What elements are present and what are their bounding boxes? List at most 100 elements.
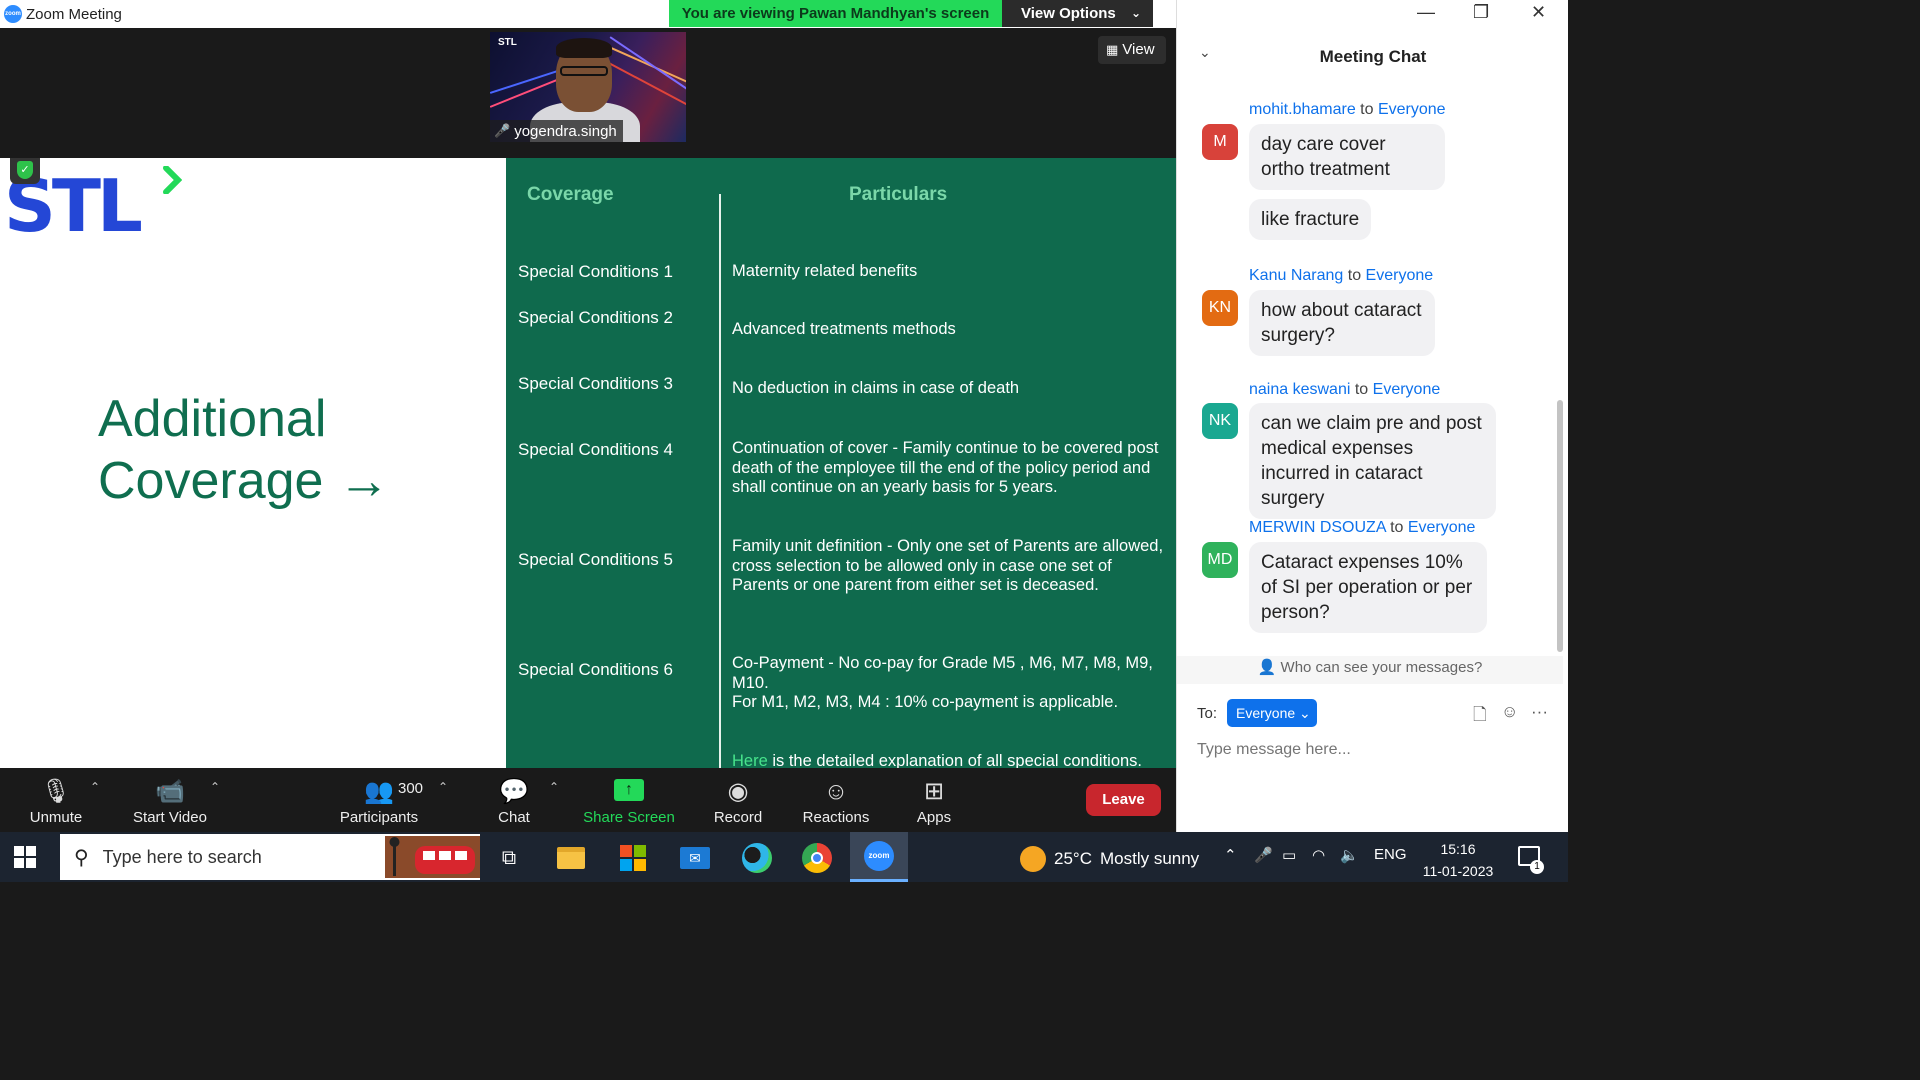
edge-browser-icon[interactable] xyxy=(738,839,776,877)
reactions-button[interactable]: ☺ Reactions xyxy=(800,768,872,832)
participant-name: yogendra.singh xyxy=(514,122,617,140)
view-button-label: View xyxy=(1122,41,1155,58)
window-controls: — ❐ ✕ xyxy=(1177,0,1569,28)
here-link[interactable]: Here xyxy=(732,752,768,768)
battery-icon[interactable]: ▭ xyxy=(1282,846,1296,864)
file-icon[interactable]: 🗋 xyxy=(1473,702,1487,731)
recipient-select-value: Everyone xyxy=(1236,705,1296,721)
recipient-name: Everyone xyxy=(1365,267,1434,284)
message-sender-line: mohit.bhamare to Everyone xyxy=(1249,101,1446,119)
sender-name: naina keswani xyxy=(1249,381,1351,398)
sender-name: MERWIN DSOUZA xyxy=(1249,519,1386,536)
file-explorer-icon[interactable] xyxy=(552,839,590,877)
task-view-icon[interactable]: ⧉ xyxy=(490,839,528,877)
avatar: KN xyxy=(1202,290,1238,326)
record-label: Record xyxy=(713,809,763,826)
video-options-caret-icon[interactable]: ⌃ xyxy=(210,780,220,794)
emoji-icon[interactable]: ☺ xyxy=(1501,702,1518,722)
condition-label-2: Special Conditions 2 xyxy=(518,308,673,327)
weather-widget[interactable]: 25°C Mostly sunny xyxy=(1020,846,1199,872)
security-shield-icon[interactable]: ✓ xyxy=(10,158,40,184)
close-icon[interactable]: ✕ xyxy=(1531,2,1546,23)
recipient-select[interactable]: Everyone ⌄ xyxy=(1227,699,1317,727)
recipient-name: Everyone xyxy=(1407,519,1476,536)
search-highlight-train-icon xyxy=(385,836,480,878)
chevron-down-icon: ⌄ xyxy=(1299,705,1311,721)
coverage-table: Coverage Particulars Special Conditions … xyxy=(506,158,1176,768)
chat-button[interactable]: 💬 Chat xyxy=(490,768,538,832)
to-label: To: xyxy=(1197,705,1218,722)
participants-button[interactable]: 👥 300 Participants xyxy=(336,768,423,832)
video-tile-logo: STL xyxy=(498,37,517,48)
participants-icon: 👥 xyxy=(364,778,394,805)
restore-icon[interactable]: ❐ xyxy=(1473,2,1489,23)
participant-name-bar: 🎤 yogendra.singh xyxy=(490,120,623,142)
condition-text-6-line2: For M1, M2, M3, M4 : 10% co-payment is a… xyxy=(732,693,1119,711)
chat-message-input[interactable] xyxy=(1197,738,1547,762)
unmute-button[interactable]: 🎙 Unmute xyxy=(22,768,90,832)
logo-accent-icon xyxy=(163,166,182,194)
zoom-taskbar-icon[interactable]: zoom xyxy=(850,832,908,882)
apps-button[interactable]: ⊞ Apps xyxy=(912,768,956,832)
reactions-icon: ☺ xyxy=(823,778,849,805)
condition-label-4: Special Conditions 4 xyxy=(518,440,673,459)
view-options-button[interactable]: View Options ⌄ xyxy=(1002,0,1153,27)
sender-name: Kanu Narang xyxy=(1249,267,1344,284)
chat-title: Meeting Chat xyxy=(1319,47,1427,66)
chat-message-bubble: Cataract expenses 10% of SI per operatio… xyxy=(1249,542,1487,633)
microphone-icon[interactable]: 🎤 xyxy=(1254,846,1273,864)
leave-button[interactable]: Leave xyxy=(1086,784,1161,816)
participants-caret-icon[interactable]: ⌃ xyxy=(438,780,448,794)
chat-caret-icon[interactable]: ⌃ xyxy=(549,780,559,794)
chat-scrollbar[interactable] xyxy=(1557,400,1563,652)
message-sender-line: MERWIN DSOUZA to Everyone xyxy=(1249,519,1475,537)
window-title: Zoom Meeting xyxy=(26,6,122,23)
more-options-icon[interactable]: ··· xyxy=(1531,702,1548,722)
notification-count-badge: 1 xyxy=(1530,860,1544,874)
reactions-label: Reactions xyxy=(802,809,870,826)
person-privacy-icon: 👤 xyxy=(1257,659,1277,676)
zoom-app-icon: zoom xyxy=(4,5,22,23)
clock-time: 15:16 xyxy=(1440,841,1476,857)
show-hidden-icons-chevron-icon[interactable]: ⌃ xyxy=(1224,846,1237,864)
viewing-screen-banner: You are viewing Pawan Mandhyan's screen xyxy=(669,0,1002,27)
wifi-icon[interactable]: ◠ xyxy=(1312,846,1325,864)
view-button[interactable]: ▦ View xyxy=(1098,36,1166,64)
minimize-icon[interactable]: — xyxy=(1417,2,1435,23)
language-indicator[interactable]: ENG xyxy=(1374,846,1407,863)
to-word: to xyxy=(1360,101,1374,118)
who-can-see-messages[interactable]: 👤 Who can see your messages? xyxy=(1177,656,1563,684)
column-header-coverage: Coverage xyxy=(527,184,614,205)
mic-muted-icon: 🎤 xyxy=(494,123,511,138)
participant-glasses xyxy=(560,66,608,76)
start-video-label: Start Video xyxy=(133,809,207,826)
record-button[interactable]: ◉ Record xyxy=(708,768,768,832)
mail-icon[interactable]: ✉ xyxy=(676,839,714,877)
windows-start-icon[interactable] xyxy=(14,846,36,868)
recipient-name: Everyone xyxy=(1377,101,1446,118)
column-divider xyxy=(719,194,721,768)
condition-text-1: Maternity related benefits xyxy=(732,262,918,280)
share-screen-label: Share Screen xyxy=(583,809,675,826)
taskbar-search[interactable]: ⚲ Type here to search xyxy=(60,834,480,880)
condition-label-6: Special Conditions 6 xyxy=(518,660,673,679)
participants-label: Participants xyxy=(339,809,419,826)
mic-muted-icon: 🎙 xyxy=(40,778,72,805)
chrome-browser-icon[interactable] xyxy=(798,839,836,877)
microsoft-store-icon[interactable] xyxy=(614,839,652,877)
condition-text-6-line1: Co-Payment - No co-pay for Grade M5 , M6… xyxy=(732,654,1153,692)
shared-screen: STL ✓ Additional Coverage → Coverage Par… xyxy=(0,158,1176,768)
avatar: MD xyxy=(1202,542,1238,578)
participant-video-tile[interactable]: STL 🎤 yogendra.singh xyxy=(490,32,686,142)
audio-options-caret-icon[interactable]: ⌃ xyxy=(90,780,100,794)
record-icon: ◉ xyxy=(727,778,749,805)
clock-date: 11-01-2023 xyxy=(1422,863,1494,879)
start-video-button[interactable]: 📹 Start Video xyxy=(126,768,214,832)
grid-icon: ▦ xyxy=(1106,42,1119,57)
share-screen-button[interactable]: ↑ Share Screen xyxy=(580,768,678,832)
participant-hair xyxy=(556,38,612,58)
recipient-name: Everyone xyxy=(1372,381,1441,398)
volume-icon[interactable]: 🔈 xyxy=(1340,846,1359,864)
taskbar-clock[interactable]: 15:16 11-01-2023 xyxy=(1418,838,1498,882)
condition-text-5: Family unit definition - Only one set of… xyxy=(732,537,1164,594)
